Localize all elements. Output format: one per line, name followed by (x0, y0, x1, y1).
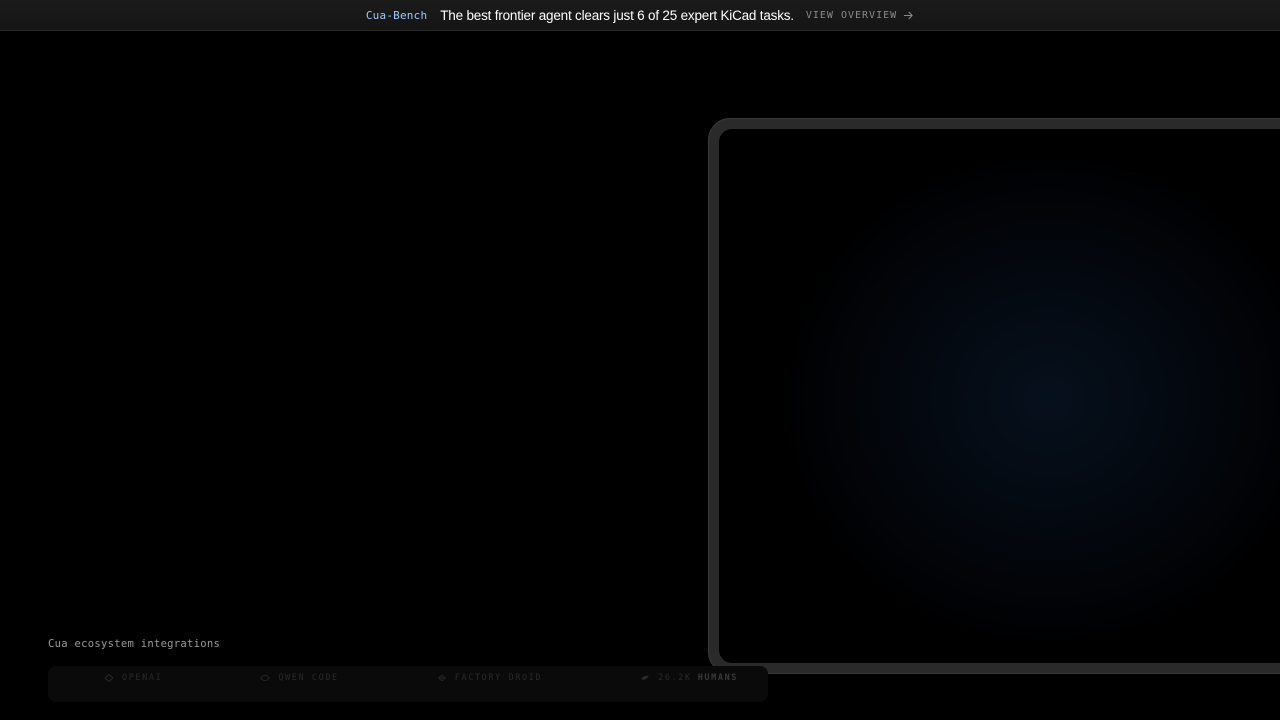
qwen-icon (260, 675, 271, 681)
arrow-right-icon (903, 11, 913, 19)
integration-humans[interactable]: 26.2K HUMANS (640, 673, 738, 683)
announcement-banner: Cua-Bench The best frontier agent clears… (0, 0, 1280, 31)
device-screen (719, 129, 1280, 663)
openai-icon (104, 674, 114, 682)
banner-message: The best frontier agent clears just 6 of… (440, 7, 794, 23)
banner-tag: Cua-Bench (365, 8, 428, 22)
integrations-strip: OPENAI QWEN CODE FACTORY DROID 26.2K HUM… (48, 666, 768, 702)
integration-qwen-code[interactable]: QWEN CODE (260, 673, 338, 683)
device-frame (708, 118, 1280, 674)
page: Cua-Bench The best frontier agent clears… (0, 0, 1280, 720)
factory-icon (437, 675, 446, 681)
integration-humans-count: 26.2K (658, 673, 692, 683)
integration-factory-droid[interactable]: FACTORY DROID (437, 673, 542, 683)
integration-factory-droid-label: FACTORY DROID (454, 673, 543, 683)
integration-qwen-code-label: QWEN CODE (278, 673, 339, 683)
view-overview-label: VIEW OVERVIEW (805, 9, 898, 21)
integration-openai[interactable]: OPENAI (104, 673, 162, 683)
integration-openai-label: OPENAI (122, 673, 163, 683)
view-overview-link[interactable]: VIEW OVERVIEW (806, 10, 914, 21)
bird-icon (641, 675, 650, 680)
integrations-label: Cua ecosystem integrations (48, 638, 221, 650)
integration-humans-suffix: HUMANS (697, 673, 739, 683)
